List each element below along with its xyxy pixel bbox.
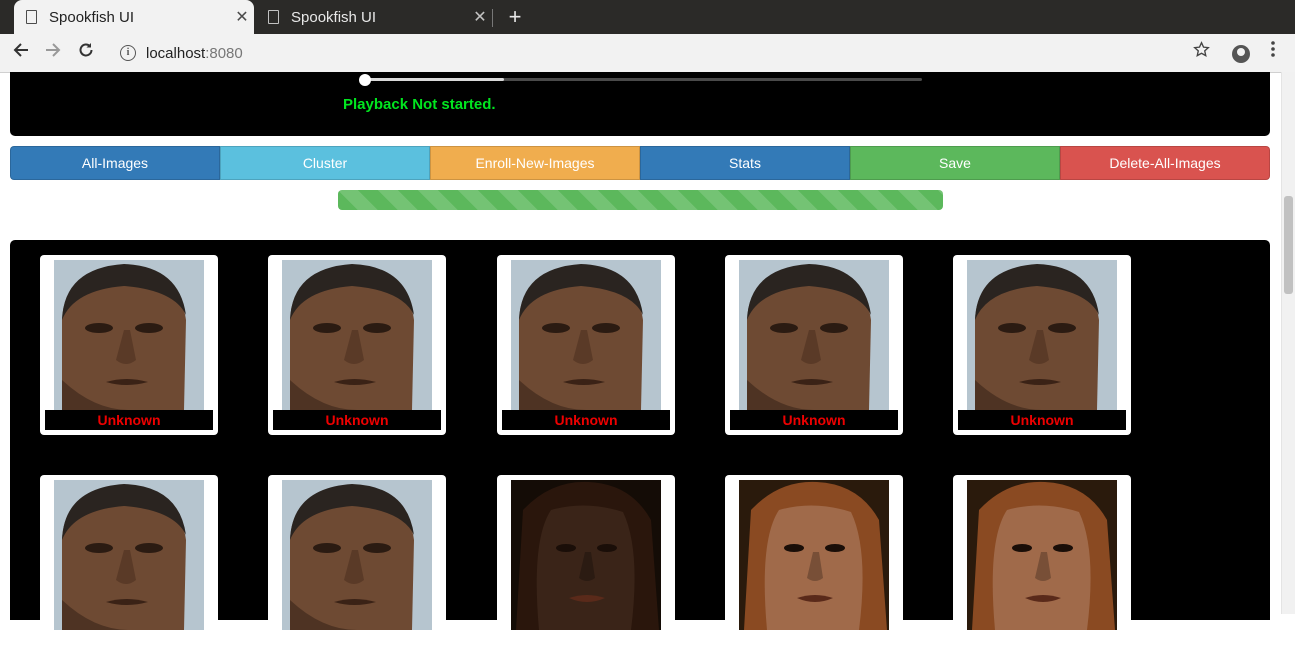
progress-bar — [338, 190, 943, 210]
face-image — [282, 480, 432, 630]
all-images-button[interactable]: All-Images — [10, 146, 220, 180]
playback-slider[interactable] — [365, 78, 922, 81]
new-tab-button[interactable]: + — [504, 4, 526, 30]
menu-kebab-icon[interactable] — [1260, 40, 1286, 66]
delete-all-images-button[interactable]: Delete-All-Images — [1060, 146, 1270, 180]
face-image — [511, 480, 661, 630]
document-icon — [268, 10, 279, 24]
face-image — [54, 480, 204, 630]
browser-tab-bar: Spookfish UI ✕ Spookfish UI ✕ + — [0, 0, 1295, 34]
tab-separator — [492, 9, 493, 27]
url-host: localhost — [146, 44, 206, 62]
url-port: :8080 — [205, 44, 243, 62]
cluster-button[interactable]: Cluster — [220, 146, 430, 180]
face-label: Unknown — [502, 410, 670, 430]
site-info-icon[interactable]: i — [120, 45, 136, 61]
gallery-card[interactable]: Unknown — [40, 255, 218, 435]
gallery-card[interactable] — [953, 475, 1131, 655]
face-image — [739, 260, 889, 410]
face-image — [54, 260, 204, 410]
gallery-card[interactable] — [40, 475, 218, 655]
tab-title: Spookfish UI — [49, 8, 135, 26]
tab-title: Spookfish UI — [291, 8, 377, 26]
face-image — [967, 260, 1117, 410]
bookmark-star-icon[interactable] — [1188, 40, 1214, 66]
gallery-card[interactable]: Unknown — [268, 255, 446, 435]
gallery-card[interactable] — [268, 475, 446, 655]
playback-slider-knob[interactable] — [359, 74, 371, 86]
reload-icon[interactable] — [73, 40, 99, 66]
face-image — [739, 480, 889, 630]
account-icon[interactable] — [1228, 40, 1254, 66]
face-image — [282, 260, 432, 410]
address-bar: i localhost:8080 — [0, 34, 1295, 73]
browser-tab-active[interactable]: Spookfish UI ✕ — [14, 0, 254, 34]
close-tab-icon[interactable]: ✕ — [468, 7, 492, 27]
back-arrow-icon[interactable] — [8, 40, 34, 66]
url-field[interactable]: i localhost:8080 — [112, 38, 1212, 68]
save-button[interactable]: Save — [850, 146, 1060, 180]
action-toolbar: All-Images Cluster Enroll-New-Images Sta… — [10, 146, 1270, 180]
document-icon — [26, 10, 37, 24]
face-label: Unknown — [45, 410, 213, 430]
face-label: Unknown — [273, 410, 441, 430]
enroll-new-images-button[interactable]: Enroll-New-Images — [430, 146, 640, 180]
gallery-card[interactable]: Unknown — [497, 255, 675, 435]
image-gallery: Unknown Unknown Unknown Unknown Unknown — [10, 240, 1270, 655]
page-scrollbar[interactable] — [1281, 72, 1295, 614]
gallery-card[interactable] — [725, 475, 903, 655]
forward-arrow-icon[interactable] — [40, 40, 66, 66]
gallery-card[interactable] — [497, 475, 675, 655]
face-label: Unknown — [730, 410, 898, 430]
gallery-card[interactable]: Unknown — [725, 255, 903, 435]
face-image — [967, 480, 1117, 630]
browser-tab-inactive[interactable]: Spookfish UI ✕ — [256, 0, 492, 34]
stats-button[interactable]: Stats — [640, 146, 850, 180]
face-image — [511, 260, 661, 410]
video-player-panel: Playback Not started. — [10, 72, 1270, 136]
close-tab-icon[interactable]: ✕ — [230, 7, 254, 27]
gallery-card[interactable]: Unknown — [953, 255, 1131, 435]
playback-status: Playback Not started. — [343, 96, 496, 113]
playback-slider-fill — [365, 78, 505, 81]
scrollbar-thumb[interactable] — [1284, 196, 1293, 294]
face-label: Unknown — [958, 410, 1126, 430]
